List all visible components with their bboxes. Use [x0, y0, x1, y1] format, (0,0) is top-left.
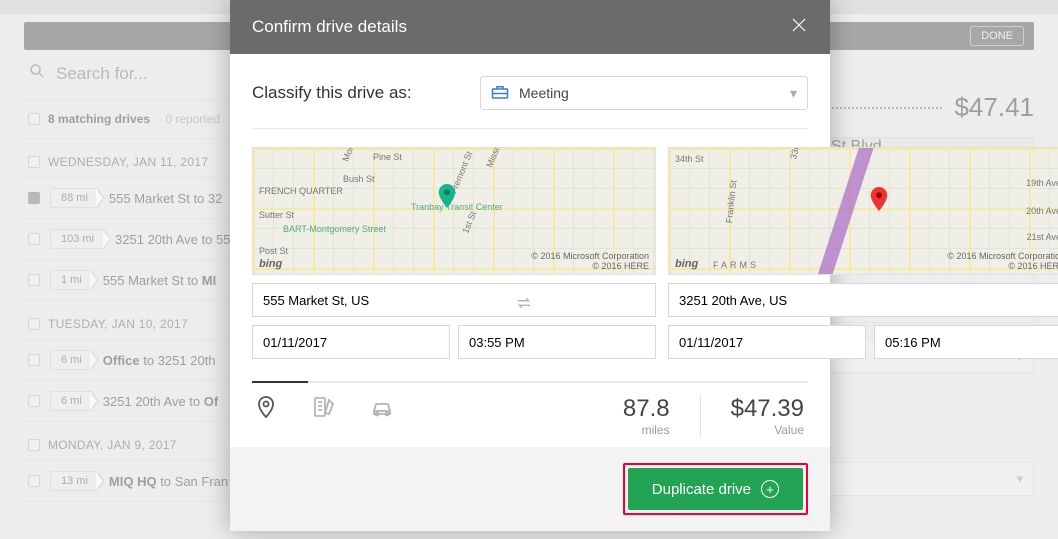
map-label: 1st St	[460, 210, 478, 235]
plus-circle-icon: +	[761, 480, 779, 498]
swap-icon[interactable]	[514, 293, 534, 313]
map-label: FRENCH QUARTER	[259, 186, 343, 196]
map-label: Bush St	[343, 174, 375, 184]
tab-notes-icon[interactable]	[310, 395, 338, 419]
active-tab-indicator	[252, 381, 308, 383]
map-label: FARMS	[713, 260, 759, 270]
classify-select[interactable]: Meeting ▾	[480, 76, 808, 110]
miles-metric: 87.8 miles	[619, 395, 674, 437]
end-date-input[interactable]	[668, 325, 866, 359]
map-label: Sutter St	[259, 210, 294, 220]
map-copyright: © 2016 Microsoft Corporation© 2016 HERE	[531, 252, 649, 272]
duplicate-drive-button[interactable]: Duplicate drive +	[628, 468, 803, 510]
miles-label: miles	[623, 423, 670, 437]
duplicate-highlight: Duplicate drive +	[623, 463, 808, 515]
start-map[interactable]: Pine St Bush St FRENCH QUARTER BART-Mont…	[252, 147, 656, 275]
end-time-input[interactable]	[874, 325, 1058, 359]
map-label: 19th Ave	[1026, 178, 1058, 188]
caret-down-icon: ▾	[790, 85, 797, 102]
pin-start-icon	[438, 183, 456, 209]
end-location-column: 34th St 33rd St Franklin St 19th Ave 20t…	[668, 147, 1058, 359]
end-map[interactable]: 34th St 33rd St Franklin St 19th Ave 20t…	[668, 147, 1058, 275]
map-label: Montgomery St	[340, 147, 372, 163]
map-label: Mission St	[484, 147, 509, 169]
map-label: Tranbay Transit Center	[411, 202, 503, 212]
briefcase-icon	[491, 84, 509, 103]
value-value: $47.39	[731, 395, 804, 423]
tab-vehicle-icon[interactable]	[368, 395, 396, 419]
value-metric: $47.39 Value	[727, 395, 808, 437]
classify-label: Classify this drive as:	[252, 83, 462, 103]
bing-logo: bing	[259, 258, 282, 270]
modal-header: Confirm drive details	[230, 0, 830, 54]
map-copyright: © 2016 Microsoft Corporation© 2016 HERE	[947, 252, 1058, 272]
metric-divider	[700, 395, 701, 437]
start-address-input[interactable]	[252, 283, 656, 317]
modal-title: Confirm drive details	[252, 17, 407, 37]
map-label: 34th St	[675, 154, 704, 164]
map-route	[796, 147, 877, 275]
tab-location-icon[interactable]	[252, 395, 280, 419]
value-label: Value	[731, 423, 804, 437]
map-label: 21st Ave	[1027, 232, 1058, 242]
start-location-column: Pine St Bush St FRENCH QUARTER BART-Mont…	[252, 147, 656, 359]
miles-value: 87.8	[623, 395, 670, 423]
map-label: Franklin St	[724, 180, 738, 224]
close-icon[interactable]	[790, 16, 808, 39]
start-date-input[interactable]	[252, 325, 450, 359]
map-label: BART-Montgomery Street	[283, 224, 386, 234]
duplicate-label: Duplicate drive	[652, 481, 751, 498]
map-label: 20th Ave	[1026, 206, 1058, 216]
pin-end-icon	[870, 186, 888, 212]
classify-value: Meeting	[519, 85, 569, 101]
bing-logo: bing	[675, 258, 698, 270]
start-time-input[interactable]	[458, 325, 656, 359]
confirm-drive-modal: Confirm drive details Classify this driv…	[230, 0, 830, 531]
end-address-input[interactable]	[668, 283, 1058, 317]
map-label: Pine St	[373, 152, 402, 162]
modal-tabs: 87.8 miles $47.39 Value	[252, 381, 808, 437]
map-label: 33rd St	[788, 147, 805, 160]
map-label: Post St	[259, 246, 288, 256]
